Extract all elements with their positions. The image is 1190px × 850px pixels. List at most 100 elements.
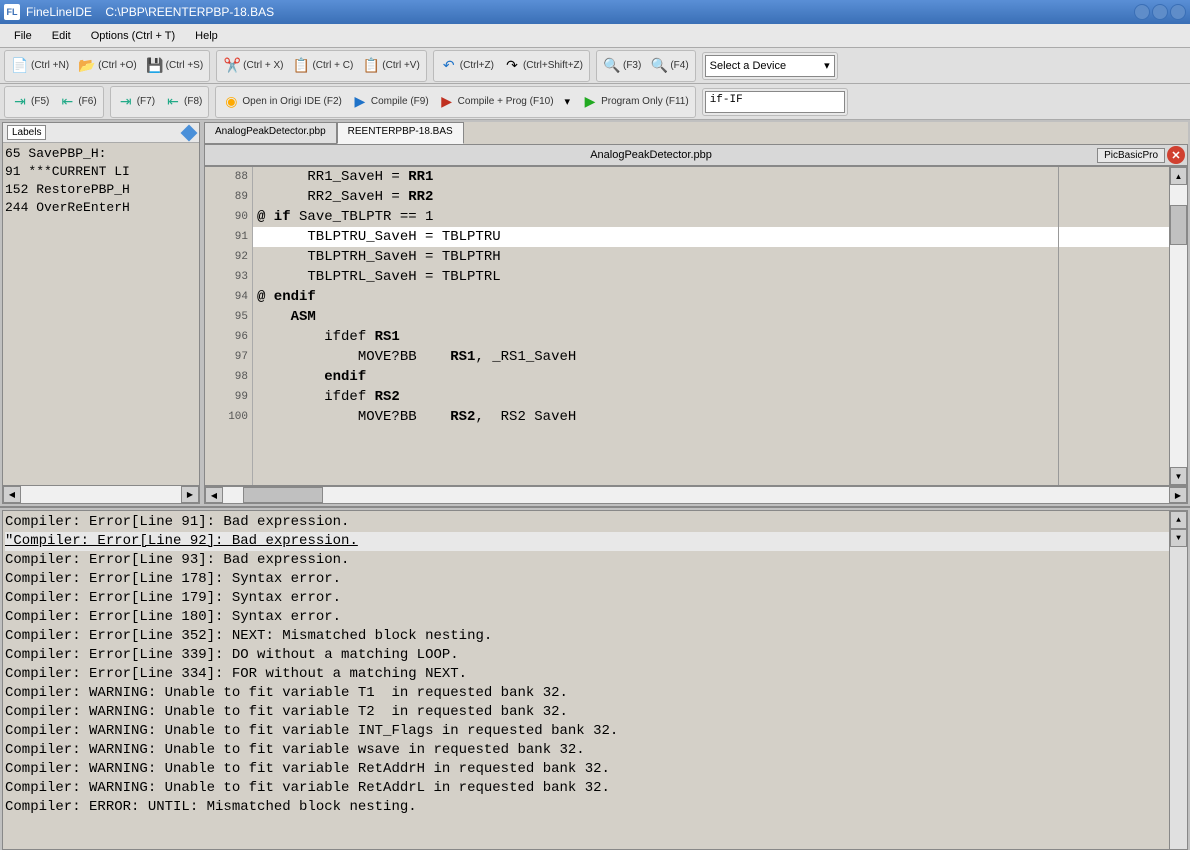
code-line[interactable]: TBLPTRU_SaveH = TBLPTRU xyxy=(253,227,1169,247)
tab-analog[interactable]: AnalogPeakDetector.pbp xyxy=(204,122,337,144)
hscroll-thumb[interactable] xyxy=(243,487,323,503)
vscroll-thumb[interactable] xyxy=(1170,205,1187,245)
file-title: AnalogPeakDetector.pbp xyxy=(205,149,1097,161)
output-line[interactable]: Compiler: WARNING: Unable to fit variabl… xyxy=(5,703,1185,722)
diamond-icon[interactable] xyxy=(181,124,198,141)
code-line[interactable]: ifdef RS2 xyxy=(253,387,1169,407)
editor-vscroll[interactable]: ▲ ▼ xyxy=(1169,167,1187,485)
dropdown-arrow-icon[interactable]: ▾ xyxy=(559,95,577,108)
compile-prog-button[interactable]: ▶Compile + Prog (F10) xyxy=(434,89,558,115)
app-icon: FL xyxy=(4,4,20,20)
f7-button[interactable]: ⇥(F7) xyxy=(113,89,159,115)
scroll-right-icon[interactable]: ▶ xyxy=(1169,487,1187,503)
labels-list[interactable]: 65 SavePBP_H:91 ***CURRENT LI152 Restore… xyxy=(3,143,199,485)
menu-edit[interactable]: Edit xyxy=(44,27,79,45)
menu-options[interactable]: Options (Ctrl + T) xyxy=(83,27,183,45)
toolbar-1: 📄(Ctrl +N) 📂(Ctrl +O) 💾(Ctrl +S) ✂️(Ctrl… xyxy=(0,48,1190,84)
open-origi-button[interactable]: ◉Open in Origi IDE (F2) xyxy=(218,89,345,115)
code-line[interactable]: @ endif xyxy=(253,287,1169,307)
scroll-left-icon[interactable]: ◀ xyxy=(205,487,223,503)
output-vscroll[interactable]: ▲ ▼ xyxy=(1169,511,1187,849)
paste-button[interactable]: 📋(Ctrl +V) xyxy=(358,53,424,79)
code-line[interactable]: TBLPTRH_SaveH = TBLPTRH xyxy=(253,247,1169,267)
output-line[interactable]: Compiler: Error[Line 334]: FOR without a… xyxy=(5,665,1185,684)
findnext-button[interactable]: 🔍(F4) xyxy=(646,53,692,79)
undo-button[interactable]: ↶(Ctrl+Z) xyxy=(436,53,498,79)
code-line[interactable]: @ if Save_TBLPTR == 1 xyxy=(253,207,1169,227)
scroll-up-icon[interactable]: ▲ xyxy=(1170,167,1187,185)
scroll-up-icon[interactable]: ▲ xyxy=(1170,511,1187,529)
code-line[interactable]: MOVE?BB RS2, RS2 SaveH xyxy=(253,407,1169,427)
output-line[interactable]: Compiler: WARNING: Unable to fit variabl… xyxy=(5,684,1185,703)
output-line[interactable]: Compiler: Error[Line 352]: NEXT: Mismatc… xyxy=(5,627,1185,646)
output-line[interactable]: Compiler: Error[Line 93]: Bad expression… xyxy=(5,551,1185,570)
compiler-output[interactable]: Compiler: Error[Line 91]: Bad expression… xyxy=(2,510,1188,850)
output-line[interactable]: Compiler: WARNING: Unable to fit variabl… xyxy=(5,779,1185,798)
paste-icon: 📋 xyxy=(362,57,380,75)
scroll-down-icon[interactable]: ▼ xyxy=(1170,467,1187,485)
compile-button[interactable]: ▶Compile (F9) xyxy=(347,89,433,115)
editor-hscroll[interactable]: ◀ ▶ xyxy=(204,486,1188,504)
find-button[interactable]: 🔍(F3) xyxy=(599,53,645,79)
output-line[interactable]: Compiler: ERROR: UNTIL: Mismatched block… xyxy=(5,798,1185,817)
outdent-icon: ⇤ xyxy=(58,93,76,111)
labels-hscroll[interactable]: ◀ ▶ xyxy=(3,485,199,503)
open-button[interactable]: 📂(Ctrl +O) xyxy=(74,53,141,79)
new-button[interactable]: 📄(Ctrl +N) xyxy=(7,53,73,79)
margin-guide xyxy=(1058,167,1059,485)
code-editor[interactable]: RR1_SaveH = RR1 RR2_SaveH = RR2@ if Save… xyxy=(253,167,1169,485)
output-line[interactable]: Compiler: Error[Line 91]: Bad expression… xyxy=(5,513,1185,532)
f6-button[interactable]: ⇤(F6) xyxy=(54,89,100,115)
scroll-left-icon[interactable]: ◀ xyxy=(3,486,21,503)
output-line[interactable]: "Compiler: Error[Line 92]: Bad expressio… xyxy=(5,532,1185,551)
code-line[interactable]: TBLPTRL_SaveH = TBLPTRL xyxy=(253,267,1169,287)
file-header: AnalogPeakDetector.pbp PicBasicPro ✕ xyxy=(204,144,1188,166)
code-line[interactable]: endif xyxy=(253,367,1169,387)
device-select[interactable]: Select a Device▾ xyxy=(705,55,835,77)
search-icon: 🔍 xyxy=(603,57,621,75)
scroll-right-icon[interactable]: ▶ xyxy=(181,486,199,503)
code-line[interactable]: RR2_SaveH = RR2 xyxy=(253,187,1169,207)
label-item[interactable]: 91 ***CURRENT LI xyxy=(5,163,197,181)
code-line[interactable]: ifdef RS1 xyxy=(253,327,1169,347)
if-template-box[interactable]: if-IF xyxy=(705,91,845,113)
scroll-down-icon[interactable]: ▼ xyxy=(1170,529,1187,547)
indent-icon: ⇥ xyxy=(11,93,29,111)
f8-button[interactable]: ⇤(F8) xyxy=(160,89,206,115)
close-tab-button[interactable]: ✕ xyxy=(1167,146,1185,164)
output-line[interactable]: Compiler: Error[Line 179]: Syntax error. xyxy=(5,589,1185,608)
label-item[interactable]: 152 RestorePBP_H xyxy=(5,181,197,199)
titlebar: FL FineLineIDE C:\PBP\REENTERPBP-18.BAS xyxy=(0,0,1190,24)
cut-button[interactable]: ✂️(Ctrl + X) xyxy=(219,53,287,79)
menu-file[interactable]: File xyxy=(6,27,40,45)
f5-button[interactable]: ⇥(F5) xyxy=(7,89,53,115)
minimize-button[interactable] xyxy=(1134,4,1150,20)
tab-reenter[interactable]: REENTERPBP-18.BAS xyxy=(337,122,464,144)
titlebar-text: FineLineIDE C:\PBP\REENTERPBP-18.BAS xyxy=(26,5,1134,19)
program-only-button[interactable]: ▶Program Only (F11) xyxy=(577,89,693,115)
output-line[interactable]: Compiler: Error[Line 178]: Syntax error. xyxy=(5,570,1185,589)
play-icon: ▶ xyxy=(351,93,369,111)
redo-button[interactable]: ↷(Ctrl+Shift+Z) xyxy=(499,53,587,79)
play-red-icon: ▶ xyxy=(438,93,456,111)
output-line[interactable]: Compiler: Error[Line 180]: Syntax error. xyxy=(5,608,1185,627)
code-line[interactable]: MOVE?BB RS1, _RS1_SaveH xyxy=(253,347,1169,367)
label-item[interactable]: 65 SavePBP_H: xyxy=(5,145,197,163)
menu-help[interactable]: Help xyxy=(187,27,226,45)
open-icon: 📂 xyxy=(78,57,96,75)
label-item[interactable]: 244 OverReEnterH xyxy=(5,199,197,217)
output-line[interactable]: Compiler: WARNING: Unable to fit variabl… xyxy=(5,760,1185,779)
close-button[interactable] xyxy=(1170,4,1186,20)
toolbar-2: ⇥(F5) ⇤(F6) ⇥(F7) ⇤(F8) ◉Open in Origi I… xyxy=(0,84,1190,120)
labels-header[interactable]: Labels xyxy=(7,125,46,140)
code-line[interactable]: ASM xyxy=(253,307,1169,327)
code-line[interactable]: RR1_SaveH = RR1 xyxy=(253,167,1169,187)
maximize-button[interactable] xyxy=(1152,4,1168,20)
save-button[interactable]: 💾(Ctrl +S) xyxy=(142,53,208,79)
output-line[interactable]: Compiler: WARNING: Unable to fit variabl… xyxy=(5,722,1185,741)
cut-icon: ✂️ xyxy=(223,57,241,75)
output-line[interactable]: Compiler: WARNING: Unable to fit variabl… xyxy=(5,741,1185,760)
copy-button[interactable]: 📋(Ctrl + C) xyxy=(288,53,357,79)
uncomment-icon: ⇤ xyxy=(164,93,182,111)
output-line[interactable]: Compiler: Error[Line 339]: DO without a … xyxy=(5,646,1185,665)
